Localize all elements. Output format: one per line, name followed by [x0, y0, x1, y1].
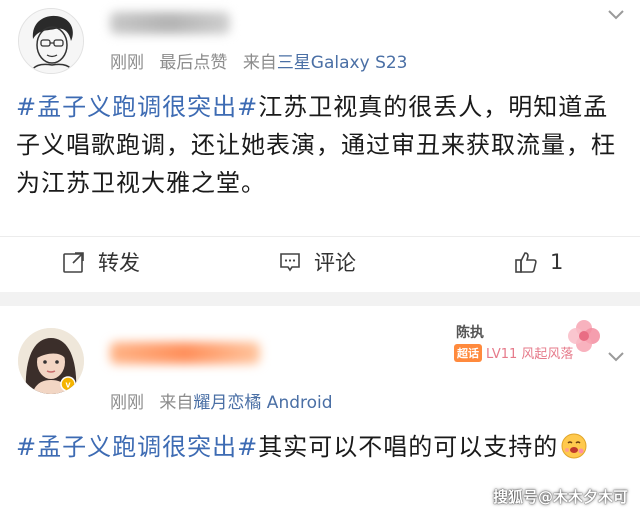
chevron-down-icon[interactable] [606, 350, 626, 364]
username-blurred[interactable] [110, 12, 230, 34]
comment-icon [280, 253, 300, 272]
username-blurred[interactable] [110, 342, 260, 364]
sketch-portrait-icon [19, 9, 83, 73]
post-activity: 最后点赞 [159, 53, 228, 73]
drooling-face-emoji-icon [561, 433, 587, 459]
badge-user: 陈执 [456, 325, 484, 341]
hashtag-link[interactable]: #孟子义跑调很突出# [16, 93, 258, 121]
comment-button[interactable]: 评论 [278, 247, 356, 277]
badge-level: LV11 风起风落 [486, 347, 574, 362]
source-prefix: 来自 [159, 393, 194, 413]
supertopic-tag: 超话 [454, 344, 482, 362]
chevron-down-icon[interactable] [606, 8, 626, 22]
post-actions: 转发 评论 1 [0, 236, 640, 288]
post-meta: 刚刚 来自耀月恋橘 Android [110, 388, 333, 413]
user-avatar[interactable] [18, 8, 84, 74]
repost-button[interactable]: 转发 [62, 247, 140, 277]
weibo-post-1: 刚刚 最后点赞 来自三星Galaxy S23 #孟子义跑调很突出#江苏卫视真的很… [0, 0, 640, 292]
watermark: 搜狐号@木木夕木可 [492, 488, 628, 506]
post-time: 刚刚 [110, 393, 144, 413]
flower-decoration-icon [568, 320, 600, 352]
svg-text:v: v [65, 380, 70, 390]
fan-badge[interactable]: 陈执 超话 LV11 风起风落 [450, 310, 610, 364]
like-button[interactable]: 1 [514, 247, 563, 277]
weibo-post-2: v 陈执 超话 LV11 风起风落 刚刚 来自耀月恋橘 Android #孟子义… [0, 306, 640, 513]
post-meta: 刚刚 最后点赞 来自三星Galaxy S23 [110, 48, 408, 73]
post-source[interactable]: 耀月恋橘 Android [193, 393, 332, 413]
thumbs-up-icon [515, 252, 537, 273]
hashtag-link[interactable]: #孟子义跑调很突出# [16, 433, 258, 461]
post-time: 刚刚 [110, 53, 144, 73]
comment-label: 评论 [314, 251, 356, 275]
post-text: 其实可以不唱的可以支持的 [258, 433, 559, 461]
feed-divider [0, 292, 640, 306]
post-source[interactable]: 三星Galaxy S23 [277, 53, 408, 73]
source-prefix: 来自 [242, 53, 277, 73]
repost-label: 转发 [98, 251, 140, 275]
repost-icon [63, 252, 84, 273]
post-content: #孟子义跑调很突出#其实可以不唱的可以支持的 [16, 428, 626, 466]
post-content: #孟子义跑调很突出#江苏卫视真的很丢人，明知道孟子义唱歌跑调，还让她表演，通过审… [16, 88, 626, 202]
like-count: 1 [550, 250, 564, 274]
portrait-avatar-icon: v [18, 328, 84, 394]
user-avatar[interactable]: v [18, 328, 84, 394]
